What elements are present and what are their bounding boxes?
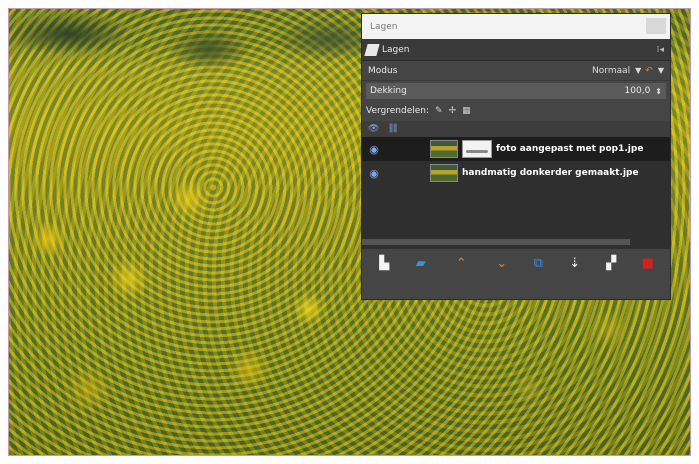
- tab-menu-icon[interactable]: ⁞◂: [657, 45, 664, 55]
- delete-layer-icon[interactable]: ■: [637, 253, 659, 275]
- visibility-header-icon: 👁: [368, 124, 380, 134]
- horizontal-scrollbar[interactable]: [362, 239, 630, 245]
- layer-name[interactable]: handmatig donkerder gemaakt.jpe: [462, 168, 639, 178]
- lock-label: Vergrendelen:: [366, 106, 430, 116]
- eye-icon[interactable]: ◉: [362, 167, 386, 180]
- eye-icon[interactable]: ◉: [362, 143, 386, 156]
- duplicate-layer-icon[interactable]: ⧉: [527, 253, 549, 275]
- mode-row: Modus Normaal ▼ ↶ ▼: [362, 61, 670, 81]
- mode-options-chevron-icon[interactable]: ▼: [658, 66, 664, 75]
- layer-thumbnail: [430, 164, 458, 182]
- layer-row[interactable]: ◉ foto aangepast met pop1.jpe: [362, 137, 670, 161]
- mode-label: Modus: [368, 65, 398, 76]
- layers-toolbar: ▙ ▰ ⌃ ⌄ ⧉ ⇣ ▞ ■: [362, 249, 670, 278]
- lock-position-icon[interactable]: ✢: [449, 106, 457, 116]
- layers-dialog: Lagen Lagen ⁞◂ Modus Normaal ▼ ↶ ▼ Dekki…: [361, 13, 671, 300]
- reset-mode-icon[interactable]: ↶: [645, 66, 653, 76]
- merge-layer-icon[interactable]: ▞: [600, 253, 622, 275]
- layer-thumbnail: [430, 140, 458, 158]
- mode-select[interactable]: Normaal: [592, 66, 630, 76]
- lock-alpha-icon[interactable]: ▦: [462, 106, 471, 116]
- opacity-stepper-icon[interactable]: ⬍: [655, 87, 662, 96]
- close-button[interactable]: [646, 18, 666, 34]
- tab-layers[interactable]: Lagen: [382, 45, 409, 55]
- opacity-value[interactable]: 100,0: [625, 86, 651, 96]
- lock-row: Vergrendelen: ✎ ✢ ▦: [362, 101, 670, 121]
- chain-header-icon: ⛓: [387, 124, 399, 134]
- chevron-down-icon[interactable]: ▼: [635, 66, 641, 75]
- layer-name[interactable]: foto aangepast met pop1.jpe: [496, 144, 643, 154]
- opacity-slider[interactable]: Dekking 100,0 ⬍: [366, 83, 666, 99]
- raise-layer-icon[interactable]: ⌃: [450, 253, 472, 275]
- lock-pixels-icon[interactable]: ✎: [435, 106, 443, 116]
- dock-tab-bar: Lagen ⁞◂: [362, 39, 670, 61]
- layer-header-row: 👁 ⛓: [362, 121, 670, 137]
- lower-layer-icon[interactable]: ⌄: [491, 253, 513, 275]
- layer-row[interactable]: ◉ handmatig donkerder gemaakt.jpe: [362, 161, 670, 185]
- layers-tab-icon[interactable]: [364, 43, 380, 56]
- layer-mask-thumbnail: [462, 140, 492, 158]
- dialog-titlebar[interactable]: Lagen: [362, 14, 670, 39]
- new-layer-group-icon[interactable]: ▰: [410, 253, 432, 275]
- opacity-label: Dekking: [370, 86, 407, 96]
- new-layer-icon[interactable]: ▙: [373, 253, 395, 275]
- anchor-layer-icon[interactable]: ⇣: [564, 253, 586, 275]
- layers-list: ◉ foto aangepast met pop1.jpe ◉ handmati…: [362, 137, 670, 249]
- dialog-title: Lagen: [370, 21, 398, 32]
